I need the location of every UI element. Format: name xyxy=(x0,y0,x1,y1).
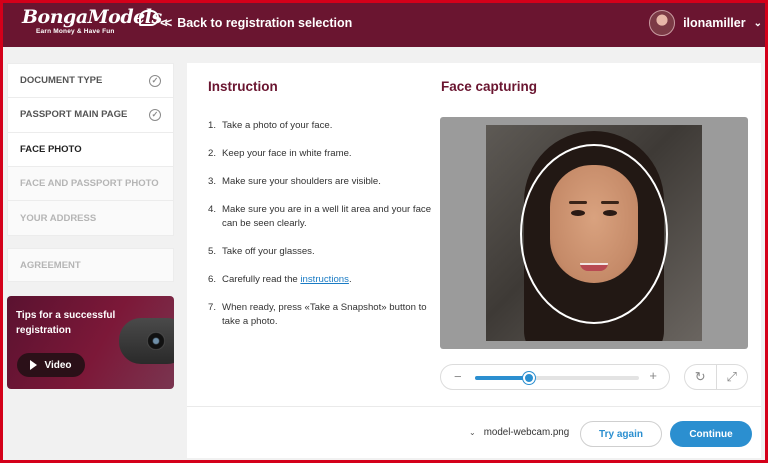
list-item: 5. Take off your glasses. xyxy=(208,246,315,257)
step-label: PASSPORT MAIN PAGE xyxy=(20,109,128,121)
logo-bubble-icon xyxy=(139,10,159,26)
video-button[interactable]: Video xyxy=(17,353,85,377)
list-item: 6. Carefully read the instructions. xyxy=(208,274,352,285)
username: ilonamiller xyxy=(683,16,746,30)
tips-title: Tips for a successful registration xyxy=(16,310,116,336)
back-to-registration-link[interactable]: << Back to registration selection xyxy=(160,15,352,30)
zoom-handle[interactable] xyxy=(523,372,536,384)
step-label: FACE AND PASSPORT PHOTO xyxy=(20,178,159,190)
zoom-fill xyxy=(475,376,530,380)
step-face-photo[interactable]: FACE PHOTO xyxy=(8,133,173,167)
check-circle-icon: ✓ xyxy=(149,108,161,121)
continue-button[interactable]: Continue xyxy=(670,421,752,447)
step-label: AGREEMENT xyxy=(20,259,81,271)
zoom-slider[interactable]: − + xyxy=(440,364,670,390)
instructions-link[interactable]: instructions xyxy=(300,274,349,285)
check-circle-icon: ✓ xyxy=(149,74,161,87)
double-chevron-left-icon: << xyxy=(160,15,172,30)
zoom-track[interactable] xyxy=(475,372,639,384)
step-face-and-passport-photo: FACE AND PASSPORT PHOTO xyxy=(8,166,173,202)
list-item: 1. Take a photo of your face. xyxy=(208,120,333,131)
video-label: Video xyxy=(44,359,72,371)
zoom-out-button[interactable]: − xyxy=(454,369,462,384)
webcam-lens xyxy=(147,332,165,350)
chevron-down-icon: ⌄ xyxy=(469,428,476,437)
logo-text: BongaModels xyxy=(22,6,162,28)
top-header: BongaModels Earn Money & Have Fun << Bac… xyxy=(0,0,768,47)
zoom-in-button[interactable]: + xyxy=(649,368,657,383)
rotate-icon[interactable]: ↻ xyxy=(685,365,716,389)
list-item: 7. When ready, press «Take a Snapshot» bu… xyxy=(208,302,427,327)
try-again-button[interactable]: Try again xyxy=(580,421,662,447)
rotate-controls: ↻ ⤢ xyxy=(684,364,748,390)
back-link-label: Back to registration selection xyxy=(177,15,353,30)
step-label: YOUR ADDRESS xyxy=(20,212,97,224)
list-item: 4. Make sure you are in a well lit area a… xyxy=(208,204,432,229)
file-selector[interactable]: ⌄ model-webcam.png xyxy=(469,427,569,438)
file-name: model-webcam.png xyxy=(483,427,570,438)
registration-steps: DOCUMENT TYPE ✓ PASSPORT MAIN PAGE ✓ FAC… xyxy=(7,63,174,237)
logo-tagline: Earn Money & Have Fun xyxy=(36,28,115,35)
step-document-type[interactable]: DOCUMENT TYPE ✓ xyxy=(8,64,173,99)
step-your-address: YOUR ADDRESS xyxy=(8,201,173,236)
step-agreement: AGREEMENT xyxy=(7,248,174,282)
avatar xyxy=(649,10,676,36)
face-frame-oval xyxy=(520,144,668,324)
list-item: 2. Keep your face in white frame. xyxy=(208,148,352,159)
list-item: 3. Make sure your shoulders are visible. xyxy=(208,176,381,187)
play-icon xyxy=(30,360,38,370)
bongamodels-logo[interactable]: BongaModels Earn Money & Have Fun xyxy=(22,6,162,42)
step-label: DOCUMENT TYPE xyxy=(20,75,103,87)
chevron-down-icon: ⌄ xyxy=(753,17,762,29)
face-capturing-heading: Face capturing xyxy=(441,79,538,94)
step-label: FACE PHOTO xyxy=(20,143,82,155)
captured-face-photo xyxy=(486,125,702,341)
instruction-list: 1. Take a photo of your face. 2. Keep your… xyxy=(208,119,433,343)
step-passport-main-page[interactable]: PASSPORT MAIN PAGE ✓ xyxy=(8,98,173,133)
instruction-heading: Instruction xyxy=(208,79,278,94)
tips-banner[interactable]: Tips for a successful registration Video xyxy=(7,296,174,389)
user-menu[interactable]: ilonamiller ⌄ xyxy=(649,10,762,36)
main-panel: Instruction 1. Take a photo of your face.… xyxy=(187,63,761,458)
flip-icon[interactable]: ⤢ xyxy=(715,365,748,389)
divider xyxy=(187,406,761,407)
camera-viewer xyxy=(440,117,748,349)
